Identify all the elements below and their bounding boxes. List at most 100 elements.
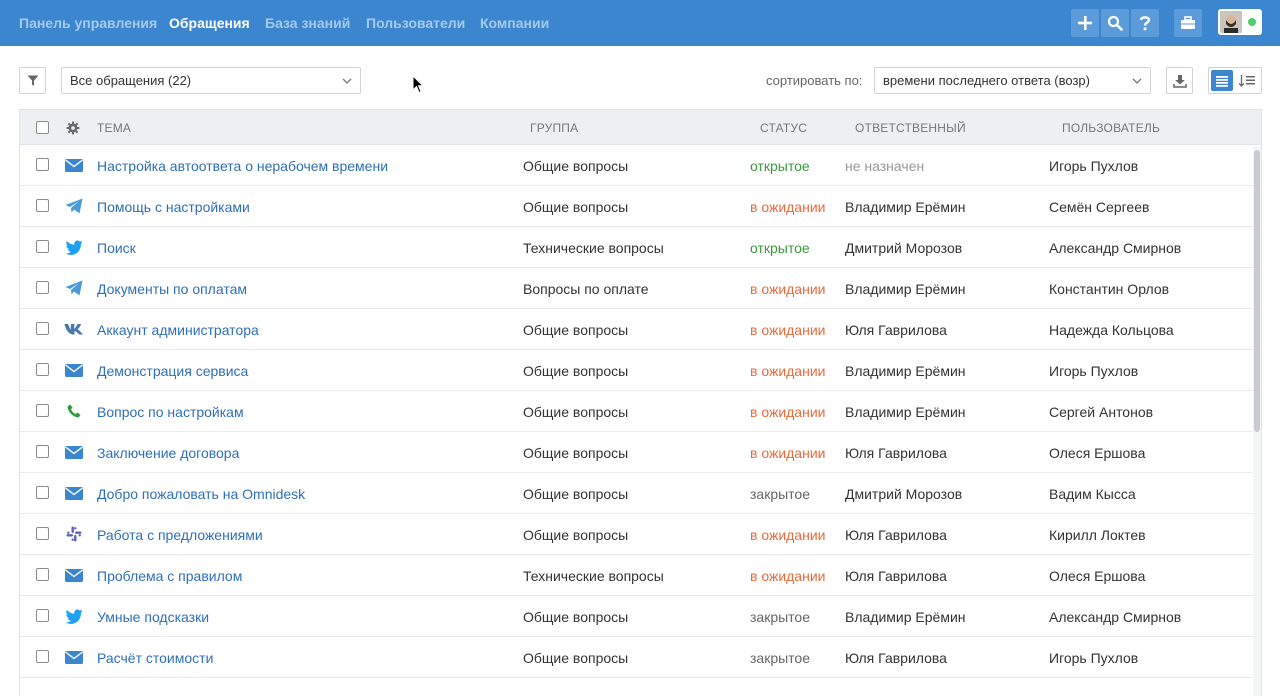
- ticket-group: Технические вопросы: [523, 568, 664, 584]
- sort-select[interactable]: времени последнего ответа (возр): [874, 67, 1151, 94]
- row-checkbox[interactable]: [36, 445, 49, 458]
- ticket-subject-link[interactable]: Помощь с настройками: [97, 199, 250, 215]
- ticket-subject-link[interactable]: Документы по оплатам: [97, 281, 247, 297]
- mouse-cursor-icon: [412, 75, 424, 94]
- ticket-subject-link[interactable]: Вопрос по настройкам: [97, 404, 244, 420]
- column-header-status[interactable]: Статус: [760, 121, 807, 135]
- ticket-subject-link[interactable]: Аккаунт администратора: [97, 322, 259, 338]
- row-checkbox[interactable]: [36, 650, 49, 663]
- select-all-checkbox[interactable]: [36, 121, 49, 134]
- ticket-assignee: Юля Гаврилова: [845, 322, 947, 338]
- table-row[interactable]: Проблема с правилом Технические вопросы в …: [20, 555, 1253, 596]
- briefcase-icon: [1181, 16, 1195, 29]
- nav-users[interactable]: Пользователи: [366, 15, 465, 31]
- question-icon: [1139, 16, 1151, 31]
- ticket-status: закрытое: [750, 609, 811, 625]
- ticket-subject-link[interactable]: Добро пожаловать на Omnidesk: [97, 486, 305, 502]
- email-icon: [64, 484, 84, 502]
- table-row[interactable]: Помощь с настройками Общие вопросы в ожида…: [20, 186, 1253, 227]
- telegram-icon: [64, 197, 84, 215]
- nav-knowledge-base[interactable]: База знаний: [265, 15, 350, 31]
- row-checkbox[interactable]: [36, 240, 49, 253]
- export-button[interactable]: [1166, 67, 1193, 94]
- list-view-button[interactable]: [1211, 70, 1233, 91]
- column-header-assignee[interactable]: Ответственный: [855, 121, 966, 135]
- table-row[interactable]: Настройка автоответа о нерабочем времени…: [20, 145, 1253, 186]
- ticket-subject-link[interactable]: Умные подсказки: [97, 609, 209, 625]
- ticket-subject-link[interactable]: Настройка автоответа о нерабочем времени: [97, 158, 388, 174]
- ticket-status: открытое: [750, 240, 810, 256]
- ticket-assignee: Владимир Ерёмин: [845, 609, 966, 625]
- ticket-status: в ожидании: [750, 445, 826, 461]
- row-checkbox[interactable]: [36, 486, 49, 499]
- ticket-subject-link[interactable]: Заключение договора: [97, 445, 239, 461]
- row-checkbox[interactable]: [36, 527, 49, 540]
- email-icon: [64, 361, 84, 379]
- row-checkbox[interactable]: [36, 158, 49, 171]
- row-checkbox[interactable]: [36, 568, 49, 581]
- table-row[interactable]: Заключение договора Общие вопросы в ожидан…: [20, 432, 1253, 473]
- ticket-group: Общие вопросы: [523, 158, 629, 174]
- view-select[interactable]: Все обращения (22): [61, 67, 361, 94]
- ticket-subject-link[interactable]: Поиск: [97, 240, 136, 256]
- add-button[interactable]: [1071, 9, 1099, 37]
- ticket-assignee: Владимир Ерёмин: [845, 363, 966, 379]
- column-header-user[interactable]: Пользователь: [1062, 121, 1160, 135]
- table-row[interactable]: Добро пожаловать на Omnidesk Общие вопрос…: [20, 473, 1253, 514]
- briefcase-button[interactable]: [1174, 9, 1202, 37]
- ticket-subject-link[interactable]: Демонстрация сервиса: [97, 363, 248, 379]
- row-checkbox[interactable]: [36, 199, 49, 212]
- ticket-status: в ожидании: [750, 322, 826, 338]
- avatar: [1220, 11, 1242, 33]
- table-row[interactable]: Расчёт стоимости Общие вопросы закрытое Юля…: [20, 637, 1253, 678]
- table-row[interactable]: Вопрос по настройкам Общие вопросы в ожида…: [20, 391, 1253, 432]
- scrollbar-thumb[interactable]: [1254, 150, 1260, 432]
- table-row[interactable]: Демонстрация сервиса Общие вопросы в ожида…: [20, 350, 1253, 391]
- column-header-subject[interactable]: Тема: [97, 121, 131, 135]
- scrollbar[interactable]: [1253, 146, 1261, 696]
- phone-icon: [64, 402, 84, 420]
- telegram-icon: [64, 279, 84, 297]
- ticket-group: Общие вопросы: [523, 404, 629, 420]
- ticket-group: Общие вопросы: [523, 445, 629, 461]
- help-button[interactable]: [1131, 9, 1159, 37]
- row-checkbox[interactable]: [36, 609, 49, 622]
- row-checkbox[interactable]: [36, 322, 49, 335]
- sort-lines-icon: [1239, 74, 1255, 87]
- user-menu[interactable]: [1218, 9, 1262, 35]
- table-row[interactable]: Документы по оплатам Вопросы по оплате в о…: [20, 268, 1253, 309]
- row-checkbox[interactable]: [36, 404, 49, 417]
- nav-companies[interactable]: Компании: [480, 15, 549, 31]
- row-checkbox[interactable]: [36, 363, 49, 376]
- view-mode-toggle: [1208, 67, 1262, 94]
- gear-icon[interactable]: [66, 121, 80, 135]
- ticket-user: Александр Смирнов: [1049, 240, 1182, 256]
- table-row[interactable]: Аккаунт администратора Общие вопросы в ожи…: [20, 309, 1253, 350]
- nav-tickets[interactable]: Обращения: [169, 15, 250, 31]
- ticket-user: Александр Смирнов: [1049, 609, 1182, 625]
- table-row[interactable]: Умные подсказки Общие вопросы закрытое Влад…: [20, 596, 1253, 637]
- ticket-group: Общие вопросы: [523, 650, 629, 666]
- ticket-group: Общие вопросы: [523, 486, 629, 502]
- top-navigation-bar: Панель управления Обращения База знаний …: [0, 0, 1280, 46]
- compact-view-button[interactable]: [1236, 70, 1258, 91]
- row-checkbox[interactable]: [36, 281, 49, 294]
- table-row[interactable]: Работа с предложениями Общие вопросы в ожи…: [20, 514, 1253, 555]
- ticket-status: в ожидании: [750, 281, 826, 297]
- column-header-group[interactable]: Группа: [530, 121, 578, 135]
- filter-button[interactable]: [19, 67, 46, 94]
- ticket-subject-link[interactable]: Работа с предложениями: [97, 527, 263, 543]
- list-icon: [1216, 75, 1228, 87]
- ticket-group: Вопросы по оплате: [523, 281, 649, 297]
- search-button[interactable]: [1101, 9, 1129, 37]
- twitter-icon: [64, 607, 84, 625]
- ticket-subject-link[interactable]: Проблема с правилом: [97, 568, 242, 584]
- ticket-assignee: Владимир Ерёмин: [845, 199, 966, 215]
- ticket-subject-link[interactable]: Расчёт стоимости: [97, 650, 213, 666]
- nav-dashboard[interactable]: Панель управления: [19, 15, 157, 31]
- ticket-assignee: Юля Гаврилова: [845, 527, 947, 543]
- email-icon: [64, 443, 84, 461]
- ticket-status: в ожидании: [750, 199, 826, 215]
- table-row[interactable]: Поиск Технические вопросы открытое Дмитрий …: [20, 227, 1253, 268]
- online-status-indicator: [1248, 18, 1256, 26]
